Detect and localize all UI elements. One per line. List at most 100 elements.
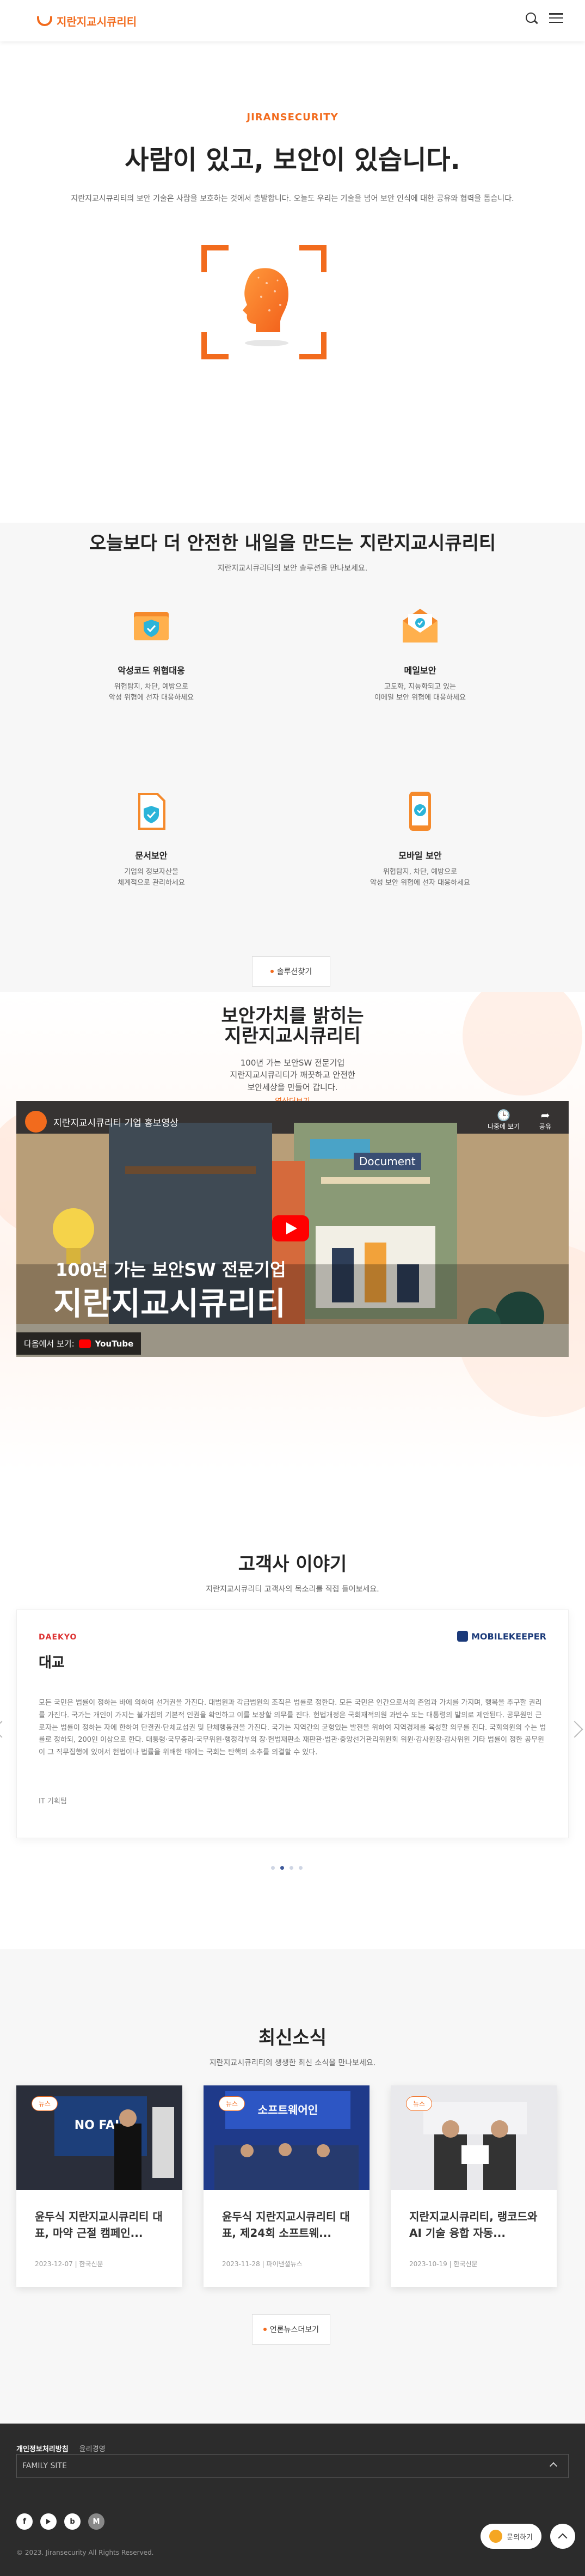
- youtube-icon: [78, 1339, 91, 1348]
- service-desc: 위협탐지, 차단, 예방으로: [383, 868, 458, 876]
- services-section: [0, 523, 585, 992]
- news-card[interactable]: NO FAIL 뉴스 윤두식 지란지교시큐리티 대표, 마약 근절 캠페인...…: [16, 2085, 182, 2287]
- story-body: 모든 국민은 법률이 정하는 바에 의하여 선거권을 가진다. 대법원과 각급법…: [39, 1699, 546, 1757]
- news-title: 윤두식 지란지교시큐리티 대표, 제24회 소프트웨...: [222, 2210, 350, 2240]
- video-overlay-line2: 지란지교시큐리티: [53, 1285, 286, 1322]
- watch-on-youtube[interactable]: 다음에서 보기: YouTube: [16, 1332, 141, 1355]
- story-tag: IT 기획팀: [39, 1797, 67, 1806]
- news-heading: 최신소식 지란지교시큐리티의 생생한 최신 소식을 만나보세요.: [0, 2023, 585, 2068]
- story-pagination: [271, 1866, 303, 1870]
- news-tag: 뉴스: [406, 2096, 433, 2111]
- page-dot-active[interactable]: [280, 1866, 284, 1870]
- news-image: 소프트웨어인 뉴스: [204, 2085, 370, 2190]
- hero-eyebrow: JIRANSECURITY: [247, 112, 338, 123]
- medium-icon[interactable]: M: [88, 2513, 104, 2530]
- youtube-social-icon[interactable]: [40, 2513, 57, 2530]
- blog-icon[interactable]: b: [64, 2513, 81, 2530]
- news-tag: 뉴스: [219, 2096, 245, 2111]
- service-desc: 고도화, 지능화되고 있는: [384, 683, 456, 691]
- value-desc: 100년 가는 보안SW 전문기업: [240, 1057, 345, 1068]
- product-logo-text: MOBILEKEEPER: [471, 1631, 546, 1642]
- news-image: NO FAIL 뉴스: [16, 2085, 182, 2190]
- copyright: © 2023. Jiransecurity All Rights Reserve…: [16, 2549, 154, 2556]
- contact-button[interactable]: 문의하기: [481, 2524, 541, 2549]
- video-player[interactable]: 지란지교시큐리티 기업 홍보영상 🕒 나중에 보기 ➦ 공유 Document 10…: [16, 1101, 569, 1357]
- story-title: 대교: [39, 1655, 65, 1671]
- service-desc: 위협탐지, 차단, 예방으로: [114, 683, 189, 691]
- video-title[interactable]: 지란지교시큐리티 기업 홍보영상: [53, 1115, 178, 1129]
- facebook-icon[interactable]: f: [16, 2513, 33, 2530]
- service-document[interactable]: 문서보안 기업의 정보자산을 체계적으로 관리하세요: [70, 790, 233, 888]
- product-logo: MOBILEKEEPER: [457, 1631, 546, 1642]
- share-button[interactable]: ➦ 공유: [539, 1109, 551, 1131]
- dot-icon: [263, 2328, 267, 2331]
- page-dot[interactable]: [299, 1866, 303, 1870]
- next-arrow-icon[interactable]: [566, 1721, 583, 1738]
- stories-heading: 고객사 이야기 지란지교시큐리티 고객사의 목소리를 직접 들어보세요.: [0, 1549, 585, 1594]
- play-button[interactable]: [272, 1215, 309, 1241]
- services-heading: 오늘보다 더 안전한 내일을 만드는 지란지교시큐리티 지란지교시큐리티의 보안…: [0, 528, 585, 573]
- contact-label: 문의하기: [507, 2533, 533, 2542]
- services-subtitle: 지란지교시큐리티의 보안 솔루션을 만나보세요.: [217, 564, 368, 573]
- hero-lead: 지란지교시큐리티의 보안 기술은 사람을 보호하는 것에서 출발합니다. 오늘도…: [71, 194, 514, 203]
- service-title: 모바일 보안: [398, 850, 442, 861]
- more-news-button[interactable]: 언론뉴스더보기: [252, 2314, 330, 2345]
- find-solution-label: 솔루션찾기: [276, 968, 312, 976]
- service-malware[interactable]: 악성코드 위협대응 위협탐지, 차단, 예방으로악성 위협에 선자 대응하세요: [70, 604, 233, 703]
- arrow-up-icon: [558, 2533, 568, 2543]
- service-title: 악성코드 위협대응: [118, 665, 185, 676]
- hero-title: 사람이 있고, 보안이 있습니다.: [125, 145, 460, 175]
- privacy-link[interactable]: 개인정보처리방침: [16, 2443, 69, 2453]
- chevron-up-icon: [549, 2462, 558, 2470]
- ethics-link[interactable]: 윤리경영: [79, 2443, 106, 2453]
- stories-subtitle: 지란지교시큐리티 고객사의 목소리를 직접 들어보세요.: [206, 1585, 379, 1594]
- dot-icon: [270, 970, 274, 973]
- watch-later-button[interactable]: 🕒 나중에 보기: [488, 1109, 520, 1131]
- service-title: 문서보안: [135, 850, 168, 861]
- service-mobile[interactable]: 모바일 보안 위협탐지, 차단, 예방으로악성 보안 위협에 선자 대응하세요: [338, 790, 502, 888]
- news-title: 지란지교시큐리티, 랭코드와 AI 기술 융합 자동...: [409, 2210, 538, 2240]
- logo-mark-icon: [37, 16, 52, 26]
- share-icon: ➦: [540, 1109, 550, 1122]
- share-label: 공유: [539, 1123, 551, 1130]
- channel-avatar[interactable]: [25, 1111, 47, 1133]
- scroll-top-button[interactable]: [550, 2524, 575, 2549]
- news-subtitle: 지란지교시큐리티의 생생한 최신 소식을 만나보세요.: [209, 2059, 376, 2067]
- hero-illustration: [201, 245, 327, 359]
- watch-later-label: 나중에 보기: [487, 1123, 520, 1130]
- shield-folder-icon: [134, 612, 169, 640]
- news-card[interactable]: 소프트웨어인 뉴스 윤두식 지란지교시큐리티 대표, 제24회 소프트웨... …: [204, 2085, 370, 2287]
- service-desc: 악성 보안 위협에 선자 대응하세요: [370, 878, 470, 887]
- family-site-label: FAMILY SITE: [22, 2462, 67, 2470]
- site-footer: 개인정보처리방침 윤리경영 FAMILY SITE f b M © 2023. …: [0, 2424, 585, 2576]
- prev-arrow-icon[interactable]: [0, 1721, 10, 1738]
- news-source: 한국신문: [79, 2260, 103, 2268]
- page-dot[interactable]: [290, 1866, 293, 1870]
- news-tag: 뉴스: [32, 2096, 58, 2111]
- news-title: 최신소식: [258, 2027, 327, 2049]
- document-sign: Document: [354, 1153, 421, 1170]
- value-desc: 보안세상을 만들어 갑니다.: [247, 1082, 338, 1092]
- service-mail[interactable]: 메일보안 고도화, 지능화되고 있는 이메일 보안 위협에 대응하세요: [338, 604, 502, 703]
- stories-title: 고객사 이야기: [238, 1553, 347, 1575]
- site-logo[interactable]: 지란지교시큐리티: [37, 13, 137, 29]
- family-site-select[interactable]: FAMILY SITE: [16, 2454, 569, 2478]
- document-shield-icon: [138, 793, 165, 830]
- story-card[interactable]: DAEKYO MOBILEKEEPER 대교 모든 국민은 법률이 정하는 바에…: [16, 1610, 569, 1838]
- service-desc: 악성 위협에 선자 대응하세요: [109, 693, 194, 702]
- hero-section: JIRANSECURITY 사람이 있고, 보안이 있습니다. 지란지교시큐리티…: [0, 112, 585, 204]
- value-heading: 보안가치를 밝히는 지란지교시큐리티 100년 가는 보안SW 전문기업 지란지…: [0, 1006, 585, 1106]
- chat-icon: [489, 2530, 503, 2543]
- play-icon: [286, 1222, 297, 1234]
- logo-text: 지란지교시큐리티: [57, 15, 137, 28]
- page-dot[interactable]: [271, 1866, 275, 1870]
- service-desc: 이메일 보안 위협에 대응하세요: [374, 693, 466, 702]
- value-title-1: 보안가치를 밝히는: [221, 1005, 364, 1027]
- menu-icon[interactable]: [549, 12, 563, 24]
- services-title: 오늘보다 더 안전한 내일을 만드는 지란지교시큐리티: [89, 533, 496, 554]
- mail-shield-icon: [403, 609, 438, 643]
- search-icon[interactable]: [525, 12, 538, 25]
- news-card[interactable]: 뉴스 지란지교시큐리티, 랭코드와 AI 기술 융합 자동... 2023-10…: [391, 2085, 557, 2287]
- news-date: 2023-11-28: [222, 2260, 260, 2268]
- find-solution-button[interactable]: 솔루션찾기: [252, 956, 330, 987]
